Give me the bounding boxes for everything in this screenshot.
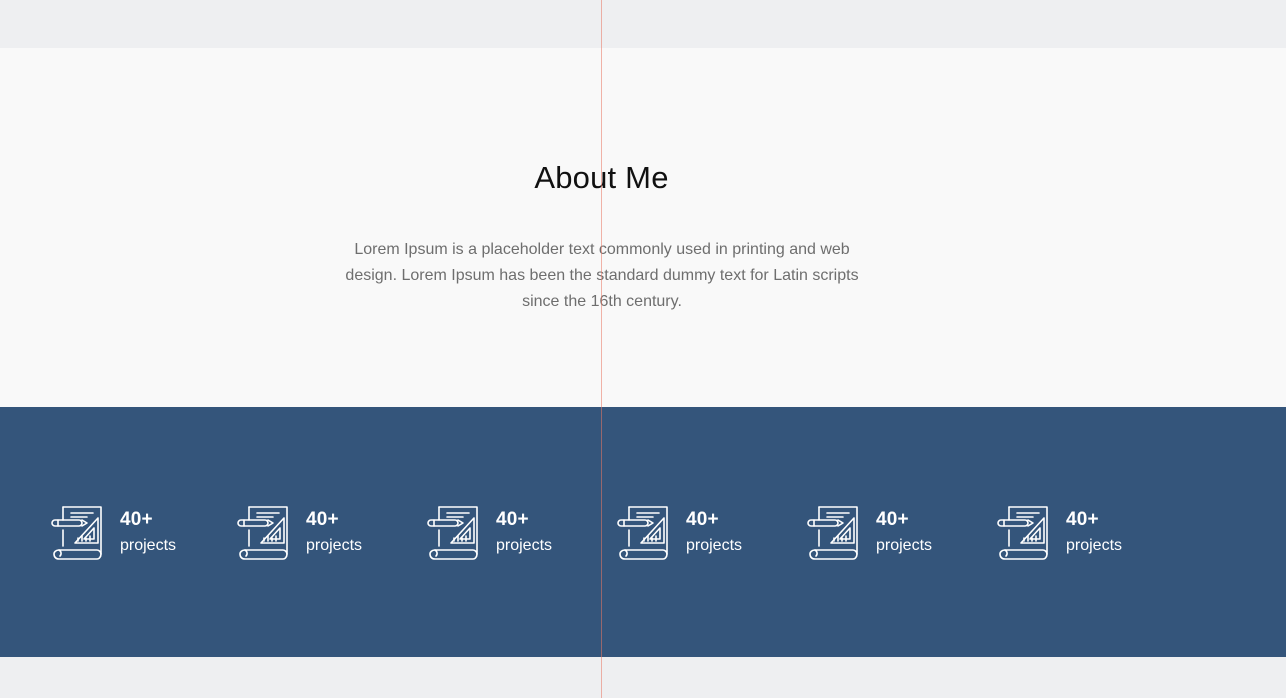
stat-number: 40+ bbox=[496, 509, 529, 530]
stat-label: projects bbox=[876, 537, 933, 554]
about-text: Lorem Ipsum is a placeholder text common… bbox=[345, 241, 859, 310]
blueprint-icon bbox=[427, 506, 478, 560]
top-strip bbox=[0, 0, 1286, 48]
stat-label: projects bbox=[120, 537, 177, 554]
blueprint-icon bbox=[237, 506, 288, 560]
stat-item: 40+ projects bbox=[807, 506, 932, 560]
stat-label: projects bbox=[1066, 537, 1123, 554]
stat-number: 40+ bbox=[876, 509, 909, 530]
stat-number: 40+ bbox=[686, 509, 719, 530]
bottom-strip bbox=[0, 657, 1286, 698]
stat-item: 40+ projects bbox=[427, 506, 552, 560]
stat-number: 40+ bbox=[306, 509, 339, 530]
blueprint-icon bbox=[617, 506, 668, 560]
stat-item: 40+ projects bbox=[237, 506, 362, 560]
center-guide-line bbox=[601, 0, 602, 698]
blueprint-icon bbox=[51, 506, 102, 560]
blueprint-icon bbox=[997, 506, 1048, 560]
stat-number: 40+ bbox=[1066, 509, 1099, 530]
stat-item: 40+ projects bbox=[997, 506, 1122, 560]
about-section: About Me Lorem Ipsum is a placeholder te… bbox=[0, 48, 1286, 407]
stats-section: 40+ projects 40+ projects 40+ projects 4… bbox=[0, 407, 1286, 657]
stat-number: 40+ bbox=[120, 509, 153, 530]
stat-item: 40+ projects bbox=[617, 506, 742, 560]
stat-label: projects bbox=[686, 537, 743, 554]
stat-item: 40+ projects bbox=[51, 506, 176, 560]
stat-label: projects bbox=[306, 537, 363, 554]
blueprint-icon bbox=[807, 506, 858, 560]
stat-label: projects bbox=[496, 537, 553, 554]
